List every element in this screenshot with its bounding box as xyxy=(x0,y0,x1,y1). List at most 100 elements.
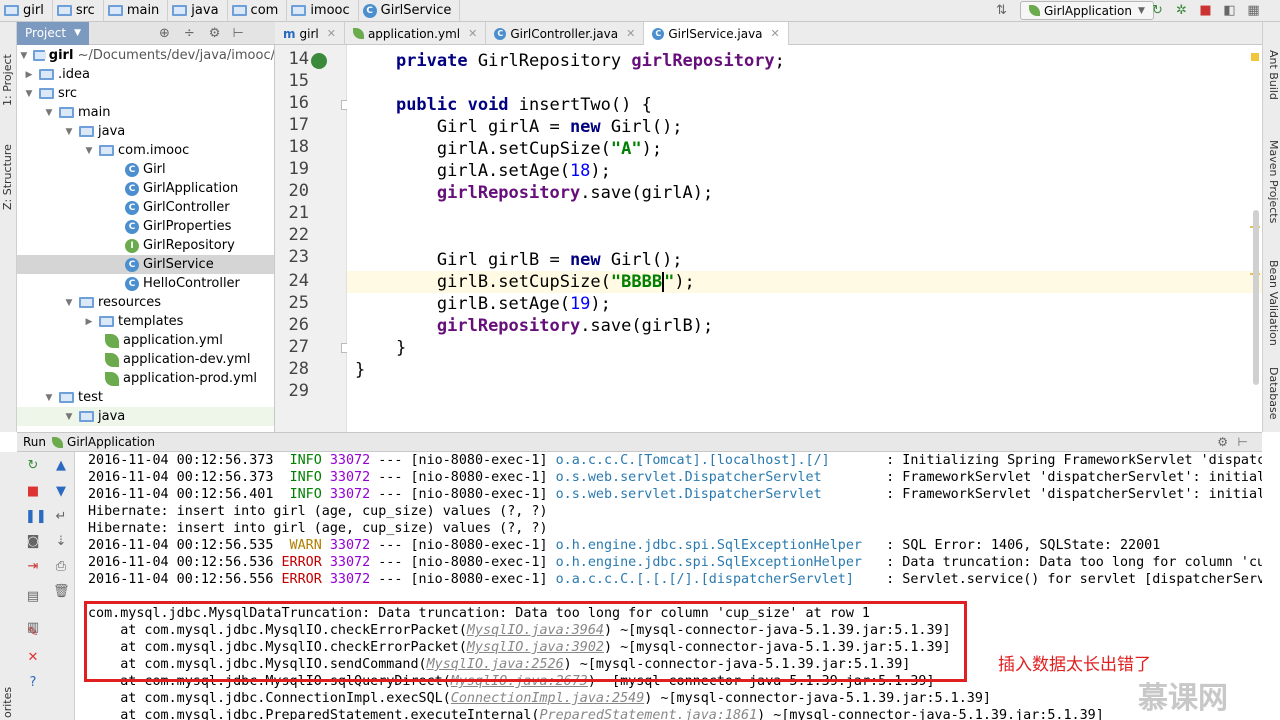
hide-icon[interactable]: ⊢ xyxy=(232,26,243,41)
close-icon[interactable]: ✕ xyxy=(771,27,780,40)
tree-item-resources[interactable]: ▼ resources xyxy=(17,293,274,312)
tree-item-application-prod-yml[interactable]: application-prod.yml xyxy=(17,369,274,388)
tree-item-girl[interactable]: ▼ girl ~/Documents/dev/java/imooc/ xyxy=(17,46,274,65)
close-icon[interactable]: ✕ xyxy=(626,27,635,40)
tool-maven-projects[interactable]: Maven Projects xyxy=(1265,140,1280,250)
tree-item-girl-class[interactable]: C Girl xyxy=(17,160,274,179)
line-number: 18 xyxy=(288,137,309,157)
structure-icon[interactable]: ▦ xyxy=(1246,3,1261,18)
up-arrow-icon[interactable]: ▲ xyxy=(53,458,69,474)
tool-bean-validation[interactable]: Bean Validation xyxy=(1265,260,1280,370)
scroll-end-icon[interactable]: ⇣ xyxy=(53,534,69,550)
breadcrumb-com[interactable]: com xyxy=(228,0,288,22)
coverage-icon[interactable]: ◧ xyxy=(1222,3,1237,18)
gear-icon[interactable]: ⚙ xyxy=(1217,435,1228,449)
line-number: 26 xyxy=(288,315,309,335)
yml-file-icon xyxy=(105,371,119,386)
code-line: girlA.setAge(18); xyxy=(355,161,611,181)
tree-item-hellocontroller[interactable]: C HelloController xyxy=(17,274,274,293)
spring-icon xyxy=(52,436,64,448)
class-icon: C xyxy=(652,27,665,40)
tool-project[interactable]: 1: Project xyxy=(1,28,16,106)
tool-database[interactable]: Database xyxy=(1265,367,1280,432)
tree-item-test[interactable]: ▼ test xyxy=(17,388,274,407)
breadcrumb-girl[interactable]: girl xyxy=(0,0,53,22)
folder-icon xyxy=(231,5,247,16)
trash-icon[interactable]: 🗑 xyxy=(53,584,70,600)
close-icon[interactable]: ✕ xyxy=(25,650,41,666)
line-number: 16 xyxy=(288,93,309,113)
tree-item-girlproperties[interactable]: C GirlProperties xyxy=(17,217,274,236)
project-view-select[interactable]: Project ▼ xyxy=(17,21,89,45)
tree-item-girlservice[interactable]: C GirlService xyxy=(17,255,274,274)
run-config-select[interactable]: GirlApplication ▼ xyxy=(1020,1,1154,20)
tree-item-templates[interactable]: ▶ templates xyxy=(17,312,274,331)
tree-item-test-java[interactable]: ▼ java xyxy=(17,407,274,426)
warning-marker-icon[interactable] xyxy=(1251,53,1259,61)
close-icon[interactable]: ✕ xyxy=(327,27,336,40)
project-header: Project ▼ ⊕ ÷ ⚙ ⊢ xyxy=(17,21,275,45)
tab-girl[interactable]: m girl ✕ xyxy=(275,22,345,45)
tool-structure[interactable]: Z: Structure xyxy=(1,120,16,210)
tree-item-src[interactable]: ▼ src xyxy=(17,84,274,103)
tree-item-girlapplication[interactable]: C GirlApplication xyxy=(17,179,274,198)
tree-item-girlcontroller[interactable]: C GirlController xyxy=(17,198,274,217)
hide-panel-icon[interactable]: ⊢ xyxy=(1238,435,1248,449)
debug-icon[interactable]: ✲ xyxy=(1174,3,1189,18)
source-link[interactable]: ConnectionImpl.java:2549 xyxy=(451,691,644,706)
code-editor[interactable]: private GirlRepository girlRepository; p… xyxy=(347,45,1262,432)
exit-icon[interactable]: ⇥ xyxy=(25,559,41,575)
source-link[interactable]: PreparedStatement.java:1861 xyxy=(539,708,757,720)
breadcrumb-main[interactable]: main xyxy=(104,0,169,22)
line-number: 28 xyxy=(288,359,309,379)
rerun-icon[interactable]: ↻ xyxy=(1150,3,1165,18)
tool-ant-build[interactable]: Ant Build xyxy=(1265,50,1280,130)
folder-icon xyxy=(39,69,54,80)
breadcrumb-imooc[interactable]: imooc xyxy=(287,0,359,22)
tool-favorites[interactable]: orites xyxy=(1,684,16,718)
help-icon[interactable]: ? xyxy=(25,675,41,691)
editor-scrollbar[interactable] xyxy=(1253,210,1259,385)
expand-arrow-icon: ▼ xyxy=(65,126,73,137)
code-line: } xyxy=(355,360,366,380)
pin-tab-icon[interactable]: ✎ xyxy=(25,625,41,641)
print-icon[interactable]: ⎙ xyxy=(53,559,69,575)
tree-item-application-dev-yml[interactable]: application-dev.yml xyxy=(17,350,274,369)
tree-item-java[interactable]: ▼ java xyxy=(17,122,274,141)
down-arrow-icon[interactable]: ▼ xyxy=(53,484,69,500)
breadcrumb-java[interactable]: java xyxy=(168,0,228,22)
pause-icon[interactable]: ❚❚ xyxy=(25,509,47,525)
tab-application-yml[interactable]: application.yml ✕ xyxy=(345,22,487,45)
code-line: public void insertTwo() { xyxy=(395,95,652,115)
yml-file-icon xyxy=(105,352,119,367)
dump-threads-icon[interactable]: ◙ xyxy=(25,534,41,550)
gear-icon[interactable]: ⚙ xyxy=(209,26,221,41)
tree-item-idea[interactable]: ▶ .idea xyxy=(17,65,274,84)
close-icon[interactable]: ✕ xyxy=(468,27,477,40)
watermark-logo: 慕课网 xyxy=(1138,681,1228,716)
stop-icon[interactable]: ■ xyxy=(1198,3,1213,18)
annotation-note: 插入数据太长出错了 xyxy=(998,655,1151,675)
tree-item-girlrepository[interactable]: I GirlRepository xyxy=(17,236,274,255)
layout-icon[interactable]: ▤ xyxy=(25,589,41,605)
tree-item-application-yml[interactable]: application.yml xyxy=(17,331,274,350)
folder-icon xyxy=(59,107,74,118)
breadcrumb-girlservice[interactable]: C GirlService xyxy=(359,0,461,22)
breadcrumb-src[interactable]: src xyxy=(53,0,104,22)
tab-girlservice[interactable]: C GirlService.java ✕ xyxy=(644,22,789,45)
collapse-icon[interactable]: ÷ xyxy=(184,26,195,41)
stop-icon[interactable]: ■ xyxy=(25,484,41,500)
expand-arrow-icon: ▼ xyxy=(45,107,53,118)
tree-item-main[interactable]: ▼ main xyxy=(17,103,274,122)
package-icon xyxy=(99,145,114,156)
soft-wrap-icon[interactable]: ↵ xyxy=(53,509,69,525)
tab-girlcontroller[interactable]: C GirlController.java ✕ xyxy=(486,22,645,45)
test-folder-icon xyxy=(79,411,94,422)
tree-item-package[interactable]: ▼ com.imooc xyxy=(17,141,274,160)
expand-arrow-icon: ▼ xyxy=(65,411,73,422)
sync-icon[interactable]: ⊕ xyxy=(159,26,170,41)
spring-bean-icon[interactable] xyxy=(311,53,327,69)
sort-icon[interactable]: ⇅ xyxy=(994,3,1009,18)
run-tab-girlapplication[interactable]: GirlApplication xyxy=(67,435,155,449)
rerun-icon[interactable]: ↻ xyxy=(25,458,41,474)
